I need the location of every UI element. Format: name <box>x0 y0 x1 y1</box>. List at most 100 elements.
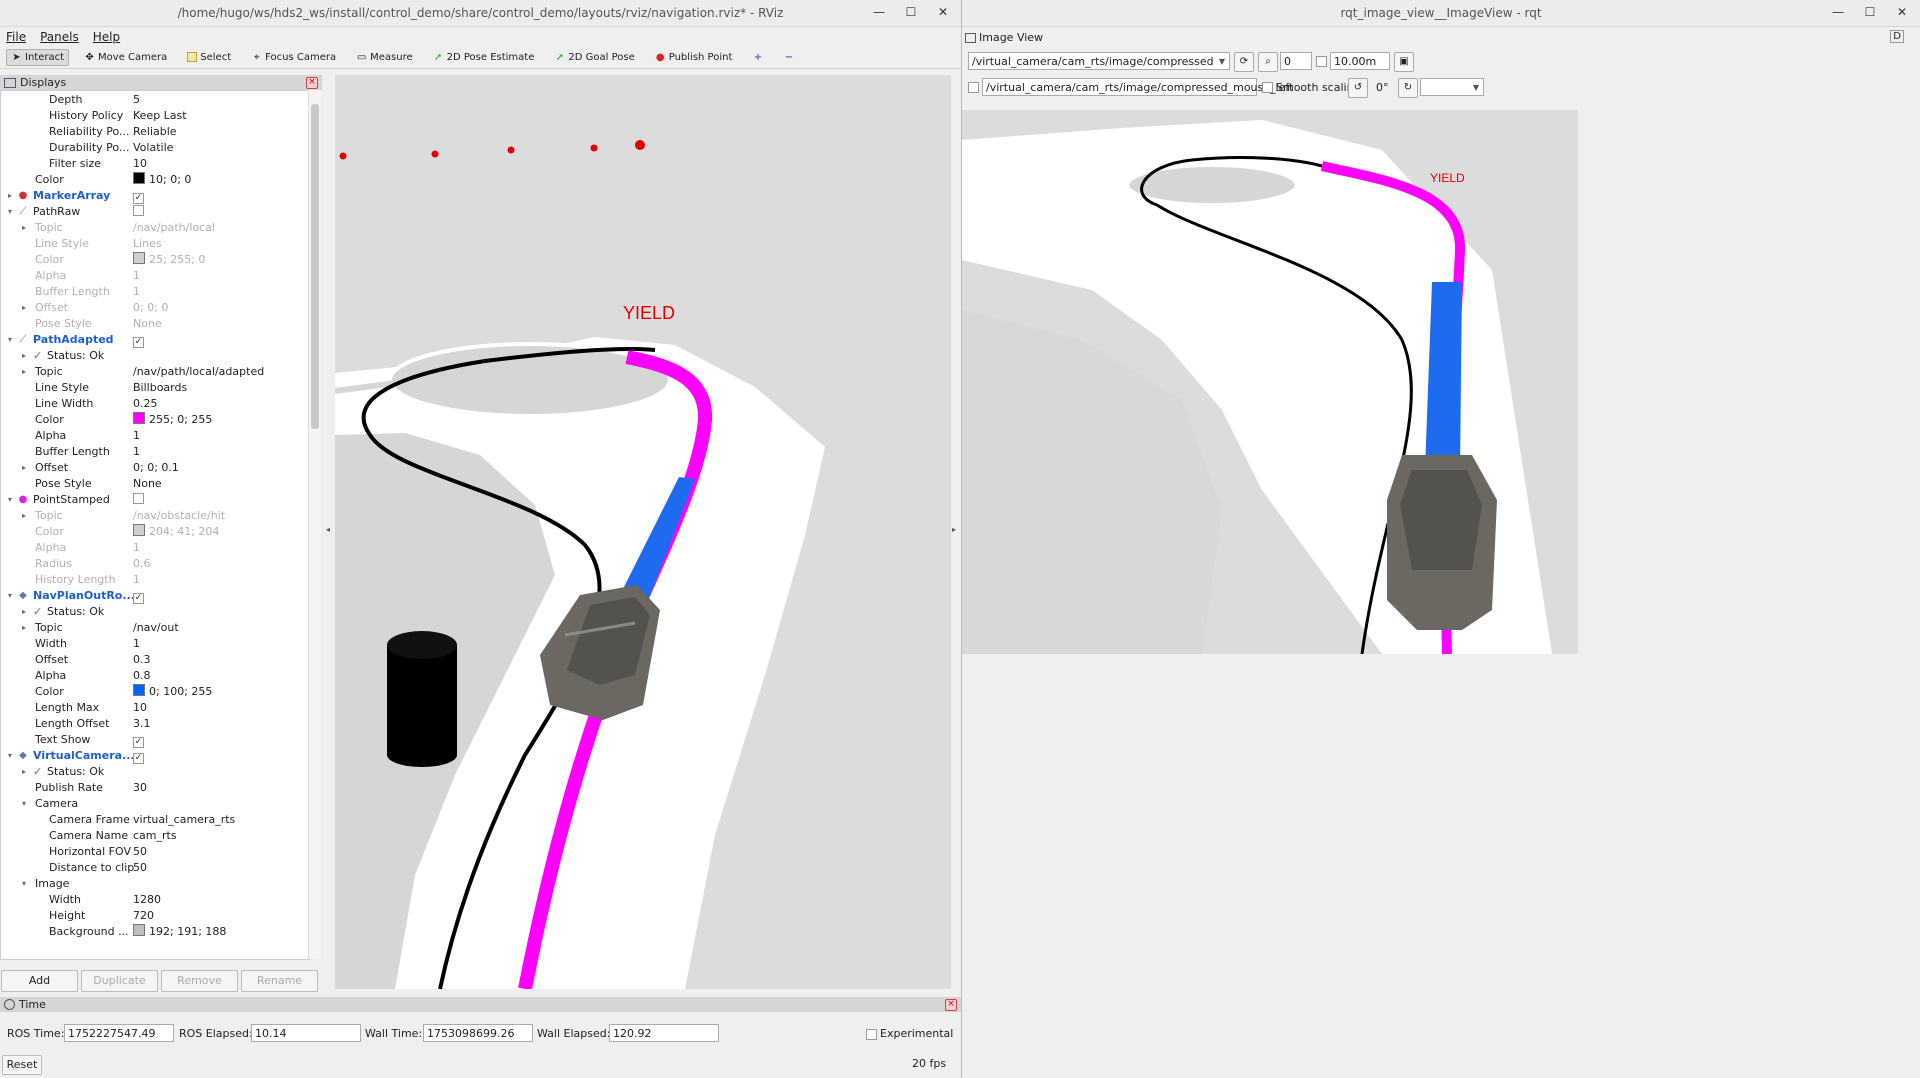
minimize-icon[interactable]: — <box>1830 4 1846 20</box>
display-tree[interactable]: Depth 5 History Policy Keep Last Reliability… <box>0 90 310 960</box>
chevron-down-icon[interactable]: ▾ <box>5 748 15 764</box>
property-value[interactable]: virtual_camera_rts <box>133 812 235 828</box>
tool-measure[interactable]: ▭ Measure <box>351 49 418 66</box>
property-value[interactable]: 10 <box>133 156 147 172</box>
property-value[interactable]: /nav/obstacle/hit <box>133 508 225 524</box>
property-value[interactable]: 192; 191; 188 <box>133 924 226 940</box>
display-tree-row[interactable]: Durability Po... Volatile <box>1 140 307 156</box>
property-value[interactable]: 1 <box>133 428 140 444</box>
display-tree-row[interactable]: Buffer Length 1 <box>1 444 307 460</box>
close-panel-icon[interactable]: × <box>306 77 318 89</box>
tool-publish-point[interactable]: ● Publish Point <box>650 49 738 66</box>
save-image-button[interactable]: ▣ <box>1394 52 1414 72</box>
property-value[interactable]: 30 <box>133 780 147 796</box>
tool-select[interactable]: Select <box>182 49 236 66</box>
property-value[interactable]: 720 <box>133 908 154 924</box>
menu-help[interactable]: Help <box>93 30 120 44</box>
display-tree-row[interactable]: Line Style Billboards <box>1 380 307 396</box>
color-swatch[interactable] <box>133 524 145 536</box>
chevron-right-icon[interactable]: ▸ <box>19 300 29 316</box>
color-swatch[interactable] <box>133 412 145 424</box>
chevron-down-icon[interactable]: ▾ <box>19 876 29 892</box>
property-value[interactable]: 5 <box>133 92 140 108</box>
mouse-topic-input[interactable]: /virtual_camera/cam_rts/image/compressed… <box>982 78 1293 96</box>
display-tree-row[interactable]: ▸ Topic/nav/path/local <box>1 220 307 236</box>
display-tree-row[interactable]: Text Show ✓ <box>1 732 307 748</box>
reset-button[interactable]: Reset <box>2 1055 42 1075</box>
chevron-right-icon[interactable]: ▸ <box>19 604 29 620</box>
splitter-handle[interactable]: ◂ <box>322 75 335 989</box>
chevron-down-icon[interactable]: ▾ <box>5 204 15 220</box>
property-value[interactable]: 1 <box>133 572 140 588</box>
enable-checkbox[interactable]: ✓ <box>133 593 144 604</box>
property-value[interactable]: ✓ <box>133 732 144 748</box>
enable-checkbox[interactable]: ✓ <box>133 193 144 204</box>
display-tree-row[interactable]: Color 255; 0; 255 <box>1 412 307 428</box>
chevron-right-icon[interactable]: ▸ <box>19 364 29 380</box>
rename-button[interactable]: Rename <box>241 970 318 992</box>
menu-file[interactable]: File <box>6 30 26 44</box>
display-tree-row[interactable]: Alpha 1 <box>1 268 307 284</box>
property-value[interactable]: /nav/path/local/adapted <box>133 364 264 380</box>
wall-elapsed-field[interactable]: 120.92 <box>609 1024 719 1042</box>
maximize-icon[interactable]: ☐ <box>903 4 919 20</box>
property-value[interactable]: 1 <box>133 636 140 652</box>
experimental-checkbox[interactable] <box>866 1029 877 1040</box>
collapse-left-icon[interactable]: ◂ <box>326 525 330 534</box>
display-tree-row[interactable]: History Policy Keep Last <box>1 108 307 124</box>
chevron-right-icon[interactable]: ▸ <box>19 220 29 236</box>
spin-input[interactable]: 0 <box>1280 52 1312 70</box>
add-button[interactable]: Add <box>1 970 78 992</box>
display-tree-row[interactable]: ▾ Image <box>1 876 307 892</box>
property-value[interactable]: 0.6 <box>133 556 151 572</box>
zoom-button[interactable]: ⌕ <box>1258 52 1278 72</box>
color-scheme-combo[interactable]: ▼ <box>1420 78 1484 96</box>
display-tree-row[interactable]: Filter size 10 <box>1 156 307 172</box>
display-tree-row[interactable]: Camera Frame virtual_camera_rts <box>1 812 307 828</box>
property-value[interactable]: 1 <box>133 284 140 300</box>
display-tree-row[interactable]: Length Max 10 <box>1 700 307 716</box>
display-tree-row[interactable]: Depth 5 <box>1 92 307 108</box>
display-tree-row[interactable]: Line Width 0.25 <box>1 396 307 412</box>
add-tool-button[interactable]: + <box>747 49 768 66</box>
scrollbar-thumb[interactable] <box>311 104 319 429</box>
property-value[interactable]: 0.25 <box>133 396 158 412</box>
tool-focus-camera[interactable]: ⌖ Focus Camera <box>246 49 341 66</box>
display-tree-row[interactable]: Color 204; 41; 204 <box>1 524 307 540</box>
property-value[interactable]: 1 <box>133 268 140 284</box>
display-tree-row[interactable]: ▾ ⟋ PathAdapted ✓ <box>1 332 307 348</box>
rotate-left-button[interactable]: ↺ <box>1348 78 1368 98</box>
chevron-down-icon[interactable]: ▾ <box>5 588 15 604</box>
max-range-input[interactable]: 10.00m <box>1330 52 1390 70</box>
smooth-scaling-checkbox[interactable] <box>1262 82 1273 93</box>
enable-checkbox[interactable] <box>133 205 144 216</box>
property-value[interactable]: ✓ <box>133 188 144 204</box>
chevron-right-icon[interactable]: ▸ <box>19 620 29 636</box>
display-tree-row[interactable]: Background ... 192; 191; 188 <box>1 924 307 940</box>
property-value[interactable]: 0; 0; 0 <box>133 300 168 316</box>
property-value[interactable]: /nav/out <box>133 620 179 636</box>
duplicate-button[interactable]: Duplicate <box>81 970 158 992</box>
display-tree-row[interactable]: Color 10; 0; 0 <box>1 172 307 188</box>
display-tree-row[interactable]: ▸ ● MarkerArray ✓ <box>1 188 307 204</box>
right-splitter[interactable]: ▸ <box>951 75 961 989</box>
property-value[interactable]: 1280 <box>133 892 161 908</box>
color-swatch[interactable] <box>133 684 145 696</box>
display-tree-row[interactable]: Horizontal FOV 50 <box>1 844 307 860</box>
property-value[interactable]: Volatile <box>133 140 173 156</box>
display-tree-row[interactable]: ▾ Camera <box>1 796 307 812</box>
property-value[interactable]: None <box>133 476 162 492</box>
display-tree-row[interactable]: ▸ Topic/nav/obstacle/hit <box>1 508 307 524</box>
display-tree-row[interactable]: Publish Rate 30 <box>1 780 307 796</box>
dynamic-range-checkbox[interactable] <box>1316 56 1327 67</box>
property-value[interactable]: 0.3 <box>133 652 151 668</box>
display-tree-row[interactable]: Pose Style None <box>1 476 307 492</box>
property-value[interactable]: Lines <box>133 236 162 252</box>
display-tree-row[interactable]: Length Offset 3.1 <box>1 716 307 732</box>
property-value[interactable]: 255; 0; 255 <box>133 412 212 428</box>
display-tree-row[interactable]: Height 720 <box>1 908 307 924</box>
rviz-3d-view[interactable]: YIELD <box>335 75 951 989</box>
chevron-down-icon[interactable]: ▾ <box>19 796 29 812</box>
display-tree-row[interactable]: ▸ Topic/nav/out <box>1 620 307 636</box>
minimize-icon[interactable]: — <box>871 4 887 20</box>
